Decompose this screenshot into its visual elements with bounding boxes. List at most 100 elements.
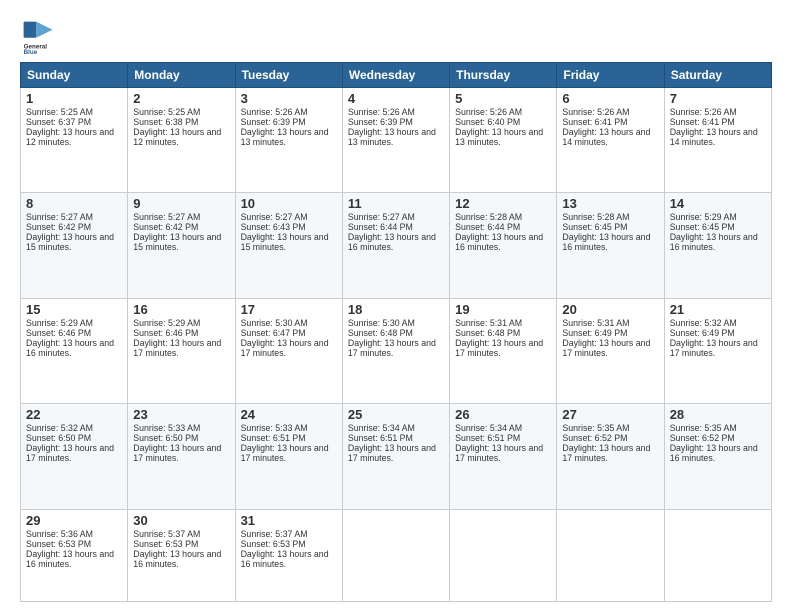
sunset-label: Sunset: 6:42 PM — [26, 222, 91, 232]
sunrise-label: Sunrise: 5:26 AM — [241, 107, 308, 117]
sunrise-label: Sunrise: 5:28 AM — [562, 212, 629, 222]
sunrise-label: Sunrise: 5:33 AM — [133, 423, 200, 433]
day-number: 14 — [670, 196, 766, 211]
calendar-cell: 27 Sunrise: 5:35 AM Sunset: 6:52 PM Dayl… — [557, 404, 664, 509]
sunset-label: Sunset: 6:41 PM — [562, 117, 627, 127]
daylight-label: Daylight: 13 hours and 14 minutes. — [562, 127, 650, 147]
sunrise-label: Sunrise: 5:27 AM — [241, 212, 308, 222]
sunset-label: Sunset: 6:51 PM — [455, 433, 520, 443]
calendar-header-sunday: Sunday — [21, 63, 128, 88]
calendar-cell: 8 Sunrise: 5:27 AM Sunset: 6:42 PM Dayli… — [21, 193, 128, 298]
sunset-label: Sunset: 6:48 PM — [348, 328, 413, 338]
day-number: 25 — [348, 407, 444, 422]
calendar-header-row: SundayMondayTuesdayWednesdayThursdayFrid… — [21, 63, 772, 88]
calendar-cell: 25 Sunrise: 5:34 AM Sunset: 6:51 PM Dayl… — [342, 404, 449, 509]
header: General Blue — [20, 18, 772, 54]
calendar-week-3: 15 Sunrise: 5:29 AM Sunset: 6:46 PM Dayl… — [21, 298, 772, 403]
sunset-label: Sunset: 6:44 PM — [455, 222, 520, 232]
daylight-label: Daylight: 13 hours and 13 minutes. — [455, 127, 543, 147]
daylight-label: Daylight: 13 hours and 17 minutes. — [562, 338, 650, 358]
sunset-label: Sunset: 6:39 PM — [348, 117, 413, 127]
daylight-label: Daylight: 13 hours and 13 minutes. — [241, 127, 329, 147]
daylight-label: Daylight: 13 hours and 16 minutes. — [348, 232, 436, 252]
daylight-label: Daylight: 13 hours and 12 minutes. — [26, 127, 114, 147]
daylight-label: Daylight: 13 hours and 17 minutes. — [26, 443, 114, 463]
daylight-label: Daylight: 13 hours and 17 minutes. — [241, 443, 329, 463]
calendar-cell: 29 Sunrise: 5:36 AM Sunset: 6:53 PM Dayl… — [21, 509, 128, 601]
day-number: 7 — [670, 91, 766, 106]
sunrise-label: Sunrise: 5:32 AM — [26, 423, 93, 433]
daylight-label: Daylight: 13 hours and 15 minutes. — [26, 232, 114, 252]
sunset-label: Sunset: 6:49 PM — [562, 328, 627, 338]
sunrise-label: Sunrise: 5:26 AM — [455, 107, 522, 117]
daylight-label: Daylight: 13 hours and 17 minutes. — [455, 338, 543, 358]
calendar-cell — [664, 509, 771, 601]
calendar-header-wednesday: Wednesday — [342, 63, 449, 88]
sunrise-label: Sunrise: 5:31 AM — [562, 318, 629, 328]
sunset-label: Sunset: 6:43 PM — [241, 222, 306, 232]
calendar-cell: 6 Sunrise: 5:26 AM Sunset: 6:41 PM Dayli… — [557, 88, 664, 193]
daylight-label: Daylight: 13 hours and 17 minutes. — [348, 443, 436, 463]
daylight-label: Daylight: 13 hours and 16 minutes. — [241, 549, 329, 569]
sunrise-label: Sunrise: 5:27 AM — [26, 212, 93, 222]
sunset-label: Sunset: 6:41 PM — [670, 117, 735, 127]
calendar-cell: 13 Sunrise: 5:28 AM Sunset: 6:45 PM Dayl… — [557, 193, 664, 298]
day-number: 15 — [26, 302, 122, 317]
daylight-label: Daylight: 13 hours and 16 minutes. — [455, 232, 543, 252]
calendar-cell: 30 Sunrise: 5:37 AM Sunset: 6:53 PM Dayl… — [128, 509, 235, 601]
daylight-label: Daylight: 13 hours and 14 minutes. — [670, 127, 758, 147]
calendar-cell: 10 Sunrise: 5:27 AM Sunset: 6:43 PM Dayl… — [235, 193, 342, 298]
calendar-header-saturday: Saturday — [664, 63, 771, 88]
sunrise-label: Sunrise: 5:29 AM — [26, 318, 93, 328]
daylight-label: Daylight: 13 hours and 16 minutes. — [133, 549, 221, 569]
calendar-week-4: 22 Sunrise: 5:32 AM Sunset: 6:50 PM Dayl… — [21, 404, 772, 509]
day-number: 30 — [133, 513, 229, 528]
calendar-cell — [557, 509, 664, 601]
sunset-label: Sunset: 6:48 PM — [455, 328, 520, 338]
day-number: 11 — [348, 196, 444, 211]
calendar-cell: 2 Sunrise: 5:25 AM Sunset: 6:38 PM Dayli… — [128, 88, 235, 193]
sunrise-label: Sunrise: 5:29 AM — [670, 212, 737, 222]
day-number: 24 — [241, 407, 337, 422]
daylight-label: Daylight: 13 hours and 17 minutes. — [562, 443, 650, 463]
daylight-label: Daylight: 13 hours and 17 minutes. — [133, 443, 221, 463]
sunrise-label: Sunrise: 5:31 AM — [455, 318, 522, 328]
daylight-label: Daylight: 13 hours and 17 minutes. — [241, 338, 329, 358]
sunrise-label: Sunrise: 5:36 AM — [26, 529, 93, 539]
sunrise-label: Sunrise: 5:26 AM — [348, 107, 415, 117]
sunrise-label: Sunrise: 5:30 AM — [241, 318, 308, 328]
calendar-cell: 9 Sunrise: 5:27 AM Sunset: 6:42 PM Dayli… — [128, 193, 235, 298]
sunrise-label: Sunrise: 5:35 AM — [670, 423, 737, 433]
daylight-label: Daylight: 13 hours and 15 minutes. — [241, 232, 329, 252]
sunrise-label: Sunrise: 5:27 AM — [133, 212, 200, 222]
calendar-week-2: 8 Sunrise: 5:27 AM Sunset: 6:42 PM Dayli… — [21, 193, 772, 298]
day-number: 12 — [455, 196, 551, 211]
sunrise-label: Sunrise: 5:29 AM — [133, 318, 200, 328]
calendar-cell: 3 Sunrise: 5:26 AM Sunset: 6:39 PM Dayli… — [235, 88, 342, 193]
calendar-week-1: 1 Sunrise: 5:25 AM Sunset: 6:37 PM Dayli… — [21, 88, 772, 193]
day-number: 6 — [562, 91, 658, 106]
sunset-label: Sunset: 6:53 PM — [241, 539, 306, 549]
daylight-label: Daylight: 13 hours and 15 minutes. — [133, 232, 221, 252]
calendar-cell: 26 Sunrise: 5:34 AM Sunset: 6:51 PM Dayl… — [450, 404, 557, 509]
calendar-cell: 11 Sunrise: 5:27 AM Sunset: 6:44 PM Dayl… — [342, 193, 449, 298]
calendar-cell: 12 Sunrise: 5:28 AM Sunset: 6:44 PM Dayl… — [450, 193, 557, 298]
day-number: 17 — [241, 302, 337, 317]
page: General Blue SundayMondayTuesdayWednesda… — [0, 0, 792, 612]
sunrise-label: Sunrise: 5:25 AM — [26, 107, 93, 117]
sunrise-label: Sunrise: 5:28 AM — [455, 212, 522, 222]
daylight-label: Daylight: 13 hours and 16 minutes. — [670, 232, 758, 252]
day-number: 1 — [26, 91, 122, 106]
calendar-cell: 4 Sunrise: 5:26 AM Sunset: 6:39 PM Dayli… — [342, 88, 449, 193]
daylight-label: Daylight: 13 hours and 17 minutes. — [670, 338, 758, 358]
logo: General Blue — [20, 18, 56, 54]
daylight-label: Daylight: 13 hours and 13 minutes. — [348, 127, 436, 147]
sunset-label: Sunset: 6:37 PM — [26, 117, 91, 127]
calendar-cell — [342, 509, 449, 601]
sunrise-label: Sunrise: 5:35 AM — [562, 423, 629, 433]
sunrise-label: Sunrise: 5:34 AM — [348, 423, 415, 433]
day-number: 3 — [241, 91, 337, 106]
calendar-cell — [450, 509, 557, 601]
day-number: 23 — [133, 407, 229, 422]
calendar-week-5: 29 Sunrise: 5:36 AM Sunset: 6:53 PM Dayl… — [21, 509, 772, 601]
